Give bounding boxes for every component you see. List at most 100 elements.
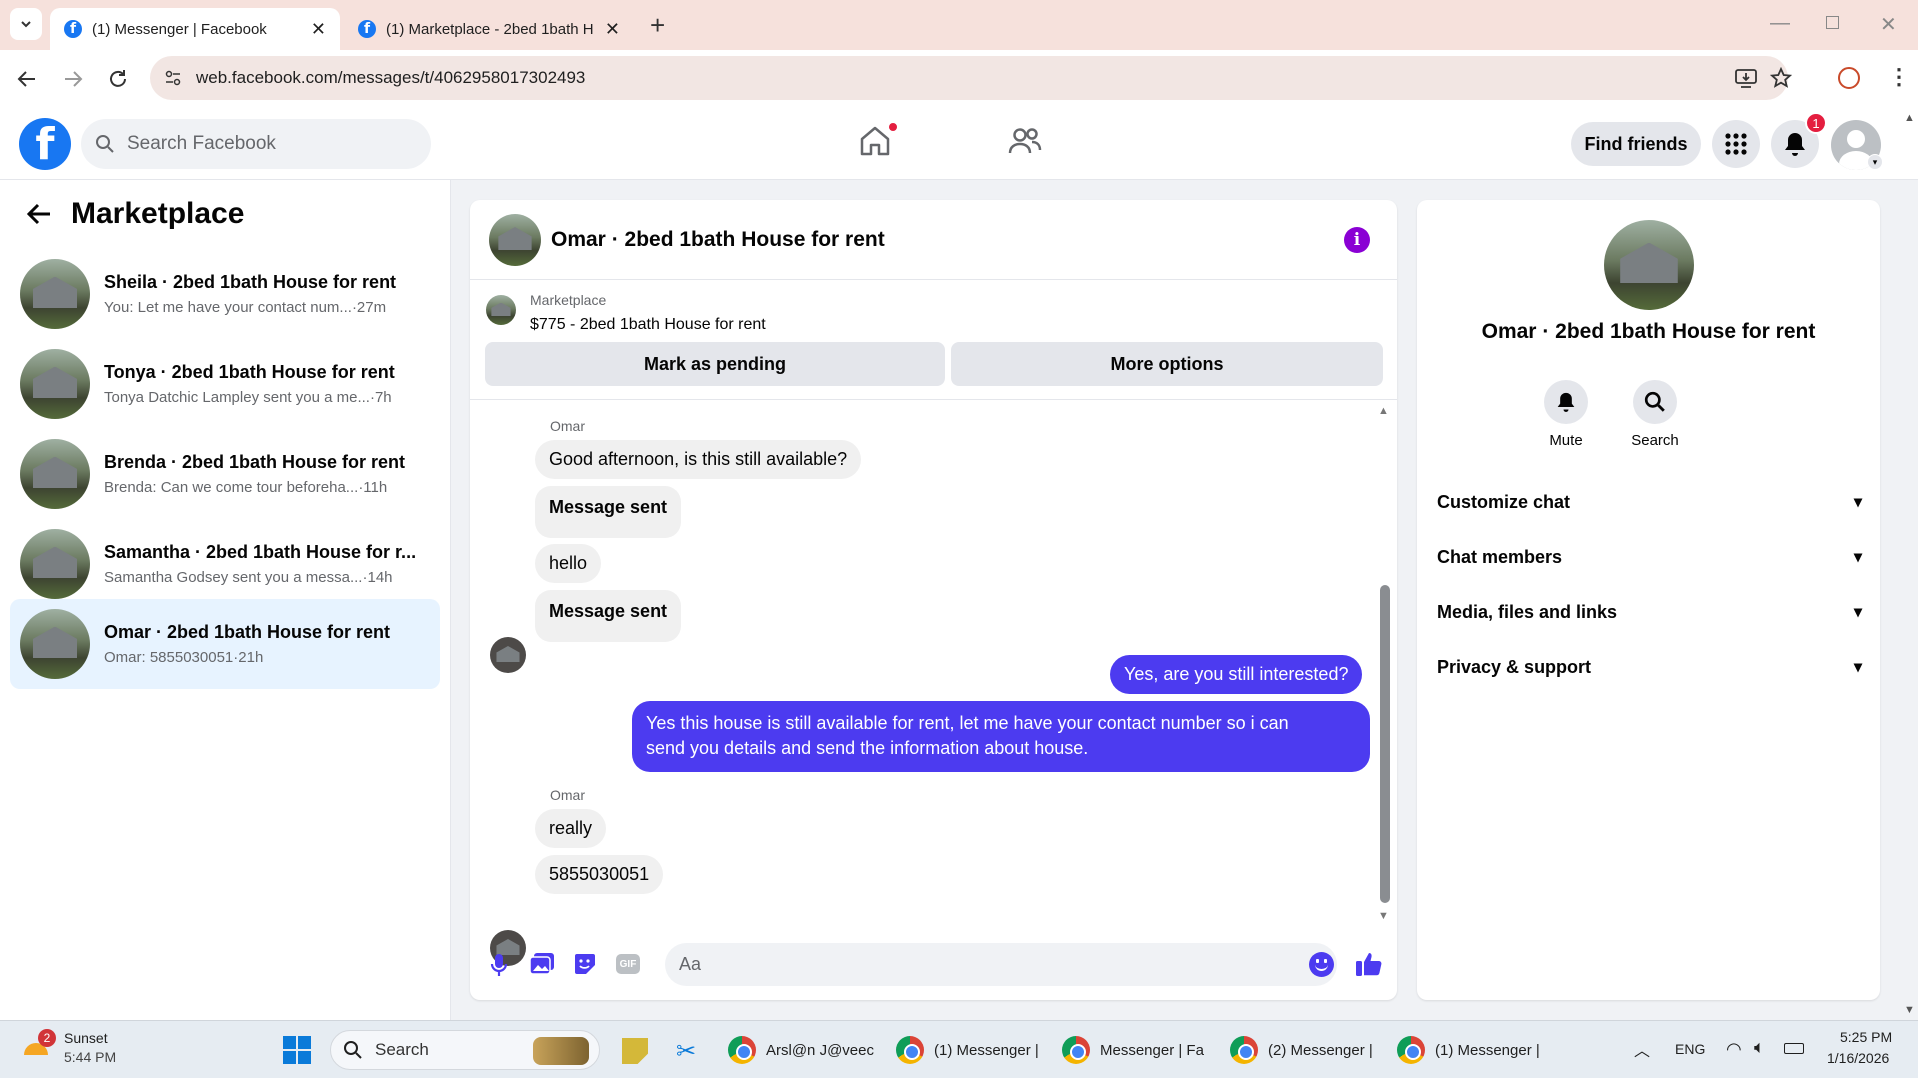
show-hidden-icons-chevron[interactable]: ︿	[1634, 1037, 1650, 1061]
grid-menu-icon	[1725, 133, 1747, 155]
incoming-message[interactable]: 5855030051	[535, 855, 664, 894]
taskbar-app-chrome[interactable]: Messenger | Fa	[1062, 1031, 1204, 1069]
chrome-icon	[896, 1036, 924, 1064]
address-bar[interactable]: web.facebook.com/messages/t/406295801730…	[150, 56, 1792, 100]
message-input-placeholder: Aa	[679, 954, 702, 974]
profile-icon[interactable]	[1838, 67, 1860, 89]
listing-thumbnail[interactable]	[486, 295, 516, 325]
home-nav-button[interactable]	[858, 122, 898, 160]
friends-nav-button[interactable]	[1008, 126, 1042, 156]
menu-button[interactable]	[1712, 120, 1760, 168]
taskbar-app-chrome[interactable]: (2) Messenger |	[1230, 1031, 1373, 1069]
volume-icon[interactable]: 🔈︎	[1754, 1037, 1765, 1058]
home-icon	[860, 126, 890, 156]
battery-icon[interactable]	[1784, 1043, 1804, 1054]
find-friends-label: Find friends	[1584, 133, 1688, 154]
close-tab-icon[interactable]: ✕	[311, 19, 326, 40]
back-arrow-icon[interactable]	[26, 202, 52, 226]
microphone-icon[interactable]	[489, 952, 509, 978]
conversation-item[interactable]: Sheila · 2bed 1bath House for rent You: …	[10, 250, 440, 338]
more-options-button[interactable]: More options	[951, 342, 1383, 386]
incoming-message[interactable]: Message sent	[535, 590, 682, 642]
tab-list-dropdown[interactable]	[10, 8, 42, 40]
back-icon[interactable]	[16, 68, 38, 90]
more-options-label: More options	[1110, 353, 1224, 374]
taskbar-app-chrome[interactable]: Arsl@n J@veec	[728, 1031, 874, 1069]
restore-button[interactable]	[1826, 16, 1839, 29]
chat-info-title: Omar · 2bed 1bath House for rent	[1481, 320, 1816, 343]
media-files-links-option[interactable]: Media, files and links ▾	[1437, 592, 1862, 632]
mute-label: Mute	[1549, 432, 1583, 449]
facebook-header: f Search Facebook Find friends 1 ▾	[0, 108, 1918, 180]
conversation-preview: Omar: 5855030051	[104, 649, 234, 666]
browser-tab-strip: f (1) Messenger | Facebook ✕ f (1) Marke…	[0, 0, 1918, 50]
search-in-chat-button[interactable]: Search	[1623, 380, 1687, 449]
message-text: Message sent	[549, 497, 668, 517]
facebook-search-box[interactable]: Search Facebook	[81, 119, 431, 169]
listing-title[interactable]: $775 - 2bed 1bath House for rent	[530, 316, 766, 334]
conversation-item[interactable]: Samantha · 2bed 1bath House for r... Sam…	[10, 520, 440, 608]
site-info-icon[interactable]	[164, 69, 182, 87]
sticky-notes-icon[interactable]	[622, 1038, 648, 1064]
start-button[interactable]	[283, 1036, 311, 1064]
new-tab-button[interactable]: +	[650, 10, 665, 41]
reload-icon[interactable]	[107, 68, 129, 90]
weather-widget[interactable]: 2 Sunset 5:44 PM	[22, 1029, 132, 1071]
find-friends-button[interactable]: Find friends	[1571, 122, 1701, 166]
tab-marketplace[interactable]: f (1) Marketplace - 2bed 1bath H ✕	[344, 8, 634, 50]
sender-avatar[interactable]	[490, 637, 526, 673]
chat-title[interactable]: Omar · 2bed 1bath House for rent	[551, 228, 885, 252]
thumbs-up-icon[interactable]	[1355, 950, 1383, 978]
close-window-button[interactable]: ✕	[1880, 12, 1897, 37]
incoming-message[interactable]: hello	[535, 544, 602, 583]
conversation-name: Tonya · 2bed 1bath House for rent	[104, 362, 395, 382]
page-scroll-up-arrow[interactable]: ▲	[1904, 112, 1915, 124]
incoming-message[interactable]: Good afternoon, is this still available?	[535, 440, 862, 479]
conversation-preview: You: Let me have your contact num...	[104, 299, 352, 316]
wifi-icon[interactable]: ◠	[1726, 1039, 1742, 1060]
mute-button[interactable]: Mute	[1534, 380, 1598, 449]
scrollbar-thumb[interactable]	[1380, 585, 1390, 903]
incoming-message[interactable]: Message sent	[535, 486, 682, 538]
input-language[interactable]: ENG	[1675, 1041, 1705, 1057]
tab-messenger[interactable]: f (1) Messenger | Facebook ✕	[50, 8, 340, 50]
account-chevron-icon[interactable]: ▾	[1867, 154, 1883, 170]
info-icon[interactable]: i	[1344, 227, 1370, 253]
scroll-up-arrow[interactable]: ▲	[1378, 405, 1389, 417]
page-scroll-down-arrow[interactable]: ▼	[1904, 1004, 1915, 1016]
outgoing-message[interactable]: Yes, are you still interested?	[1110, 655, 1363, 694]
incoming-message[interactable]: really	[535, 809, 607, 848]
emoji-icon[interactable]	[1309, 952, 1334, 977]
sticker-icon[interactable]	[573, 952, 597, 976]
message-input[interactable]: Aa	[665, 943, 1337, 986]
forward-icon[interactable]	[62, 68, 84, 90]
gif-icon[interactable]: GIF	[616, 954, 640, 974]
chat-avatar[interactable]	[489, 214, 541, 266]
chat-info-avatar[interactable]	[1604, 220, 1694, 310]
close-tab-icon[interactable]: ✕	[605, 19, 620, 40]
minimize-button[interactable]: —	[1770, 12, 1790, 35]
friends-icon	[1008, 128, 1042, 154]
facebook-logo[interactable]: f	[19, 118, 71, 170]
mark-as-pending-button[interactable]: Mark as pending	[485, 342, 945, 386]
photo-icon[interactable]	[529, 952, 555, 976]
clock-time[interactable]: 5:25 PM	[1840, 1029, 1892, 1045]
conversation-item[interactable]: Tonya · 2bed 1bath House for rent Tonya …	[10, 340, 440, 428]
scroll-down-arrow[interactable]: ▼	[1378, 910, 1389, 922]
sender-name: Omar	[550, 418, 585, 434]
outgoing-message[interactable]: Yes this house is still available for re…	[632, 701, 1370, 772]
privacy-support-option[interactable]: Privacy & support ▾	[1437, 647, 1862, 687]
taskbar-search[interactable]: Search	[330, 1030, 600, 1070]
install-app-icon[interactable]	[1735, 68, 1757, 88]
taskbar-app-chrome[interactable]: (1) Messenger |	[1397, 1031, 1540, 1069]
bookmark-star-icon[interactable]	[1770, 67, 1792, 89]
menu-kebab-icon[interactable]: ⋮	[1888, 64, 1910, 90]
conversation-time: ·21h	[233, 649, 264, 666]
conversation-item-selected[interactable]: Omar · 2bed 1bath House for rent Omar: 5…	[10, 599, 440, 689]
customize-chat-option[interactable]: Customize chat ▾	[1437, 482, 1862, 522]
taskbar-app-chrome[interactable]: (1) Messenger |	[896, 1031, 1039, 1069]
chat-members-option[interactable]: Chat members ▾	[1437, 537, 1862, 577]
clock-date[interactable]: 1/16/2026	[1827, 1050, 1889, 1066]
conversation-item[interactable]: Brenda · 2bed 1bath House for rent Brend…	[10, 430, 440, 518]
snipping-tool-icon[interactable]: ✂	[676, 1037, 696, 1066]
